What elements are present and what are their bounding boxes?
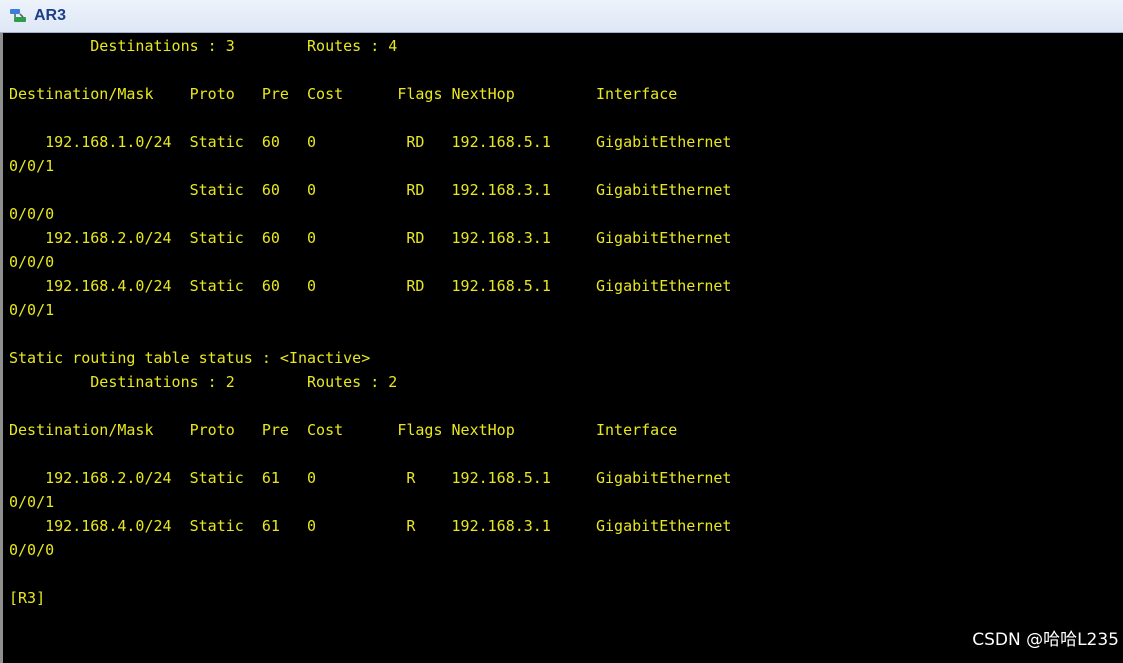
terminal-line: Destination/Mask Proto Pre Cost Flags Ne… bbox=[9, 421, 678, 439]
network-device-icon bbox=[8, 7, 28, 25]
terminal-line: 0/0/1 bbox=[9, 493, 55, 511]
terminal-line: Static routing table status : <Inactive> bbox=[9, 349, 371, 367]
terminal-line: 192.168.2.0/24 Static 61 0 R 192.168.5.1… bbox=[9, 469, 732, 487]
terminal-line: 0/0/1 bbox=[9, 157, 55, 175]
watermark-text: CSDN @哈哈L235 bbox=[972, 630, 1119, 650]
terminal-line: 0/0/1 bbox=[9, 301, 55, 319]
terminal-line: [R3] bbox=[9, 589, 46, 607]
window-title: AR3 bbox=[34, 7, 67, 24]
terminal-line: 0/0/0 bbox=[9, 253, 55, 271]
terminal-line: 192.168.2.0/24 Static 60 0 RD 192.168.3.… bbox=[9, 229, 732, 247]
terminal-line: Destination/Mask Proto Pre Cost Flags Ne… bbox=[9, 85, 678, 103]
terminal-window: AR3 Destinations : 3 Routes : 4 Destinati… bbox=[0, 0, 1123, 663]
terminal-output[interactable]: Destinations : 3 Routes : 4 Destination/M… bbox=[3, 34, 1123, 663]
terminal-line: 192.168.4.0/24 Static 61 0 R 192.168.3.1… bbox=[9, 517, 732, 535]
terminal-line: 0/0/0 bbox=[9, 541, 55, 559]
terminal-line: 192.168.4.0/24 Static 60 0 RD 192.168.5.… bbox=[9, 277, 732, 295]
terminal-line: 0/0/0 bbox=[9, 205, 55, 223]
title-bar[interactable]: AR3 bbox=[0, 0, 1123, 33]
terminal-line: 192.168.1.0/24 Static 60 0 RD 192.168.5.… bbox=[9, 133, 732, 151]
terminal-line: Destinations : 2 Routes : 2 bbox=[9, 373, 398, 391]
terminal-line: Destinations : 3 Routes : 4 bbox=[9, 37, 398, 55]
terminal-line: Static 60 0 RD 192.168.3.1 GigabitEthern… bbox=[9, 181, 732, 199]
